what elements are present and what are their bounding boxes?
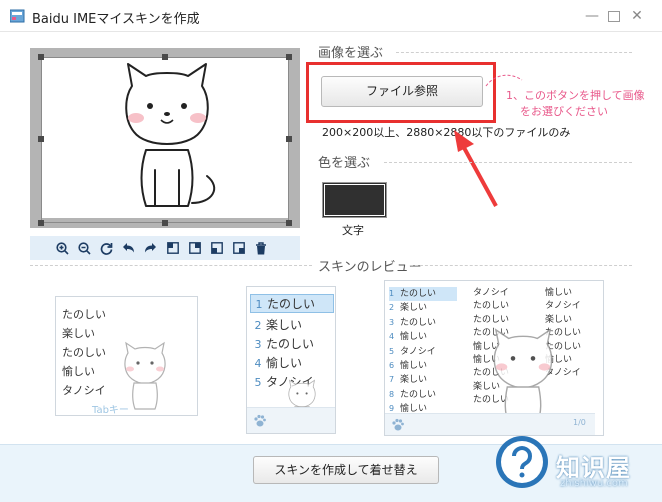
image-editor[interactable] xyxy=(30,48,300,228)
candidate-item: 愉しい xyxy=(545,288,573,298)
cat-skin-image xyxy=(493,328,553,425)
candidate-item: タノシイ xyxy=(545,301,581,312)
candidate-item: 2 楽しい xyxy=(389,303,428,314)
align-top-left-icon[interactable] xyxy=(164,240,181,257)
candidate-item: 1 たのしい xyxy=(389,287,457,302)
zoom-out-icon[interactable] xyxy=(76,240,93,257)
crop-handle-bottom[interactable] xyxy=(162,220,168,226)
candidate-item: たのしい xyxy=(62,308,106,321)
candidate-item: 3 たのしい xyxy=(254,337,315,351)
candidate-item: 8 たのしい xyxy=(389,389,437,400)
preview-multi-column: 1 たのしい 2 楽しい 3 たのしい 4 愉しい 5 タノシイ 6 愉しい 7 楽しい 8た… xyxy=(384,280,604,436)
annotation-line-1: 1、このボタンを押して画像 xyxy=(506,89,645,102)
crop-handle-bottom-left[interactable] xyxy=(38,220,44,226)
editor-toolbar xyxy=(30,236,300,260)
candidate-column: 1 たのしい 2 楽しい 3 たのしい 4 愉しい 5 タノシイ 6 愉しい 7 楽しい 8た… xyxy=(389,287,457,417)
divider xyxy=(384,162,632,163)
candidate-item: タノシイ xyxy=(62,384,106,397)
candidate-item: たのしい xyxy=(473,301,510,312)
crop-frame[interactable] xyxy=(41,57,289,223)
candidate-item: タノシイ xyxy=(473,288,509,298)
delete-icon[interactable] xyxy=(252,240,269,257)
paw-icon xyxy=(254,414,266,427)
section-title-review: スキンのレビュー xyxy=(318,260,422,275)
crop-handle-bottom-right[interactable] xyxy=(286,220,292,226)
align-bottom-right-icon[interactable] xyxy=(230,240,247,257)
rotate-icon[interactable] xyxy=(98,240,115,257)
section-title-image: 画像を選ぶ xyxy=(318,46,384,61)
candidate-item: 愉しい xyxy=(62,365,95,378)
undo-icon[interactable] xyxy=(120,240,137,257)
title-bar: Baidu IMEマイスキンを作成 — ✕ xyxy=(0,0,662,32)
zoom-in-icon[interactable] xyxy=(54,240,71,257)
divider xyxy=(410,265,632,266)
preview-horizontal: たのしい 楽しい たのしい 愉しい タノシイ Tabキー xyxy=(55,296,198,416)
candidate-item: 3 たのしい xyxy=(389,317,437,328)
text-color-label: 文字 xyxy=(342,224,364,237)
preview-footer xyxy=(247,407,335,433)
create-skin-button[interactable]: スキンを作成して着せ替え xyxy=(253,456,439,484)
align-top-right-icon[interactable] xyxy=(186,240,203,257)
maximize-button[interactable] xyxy=(608,11,620,22)
text-color-swatch[interactable] xyxy=(322,182,387,218)
close-button[interactable]: ✕ xyxy=(627,6,647,26)
crop-handle-top-right[interactable] xyxy=(286,54,292,60)
section-title-color: 色を選ぶ xyxy=(318,156,371,171)
crop-handle-top[interactable] xyxy=(162,54,168,60)
redo-icon[interactable] xyxy=(142,240,159,257)
align-bottom-left-icon[interactable] xyxy=(208,240,225,257)
candidate-item: 2 楽しい xyxy=(254,318,303,332)
preview-footer: 1/0 xyxy=(385,413,595,435)
candidate-item: 7 楽しい xyxy=(389,375,428,386)
candidate-item: 4 愉しい xyxy=(254,356,303,370)
crop-handle-top-left[interactable] xyxy=(38,54,44,60)
annotation-line-2: をお選びください xyxy=(520,105,608,118)
candidate-item: 6 愉しい xyxy=(389,361,428,372)
candidate-item: 1 たのしい xyxy=(250,294,334,313)
divider xyxy=(396,52,632,53)
paw-icon xyxy=(392,418,404,431)
window-title: Baidu IMEマイスキンを作成 xyxy=(32,12,200,27)
candidate-item: たのしい xyxy=(473,314,510,325)
candidate-item: 楽しい xyxy=(545,314,573,325)
candidate-item: 5タノシイ xyxy=(389,346,436,357)
candidate-item: たのしい xyxy=(62,346,106,359)
preview-vertical: 1たのしい 2楽しい 3たのしい 4愉しい 5タノシイ xyxy=(246,286,336,434)
watermark-url: zhishiwu.com xyxy=(560,478,628,489)
watermark-logo xyxy=(496,436,548,488)
crop-handle-left[interactable] xyxy=(38,136,44,142)
tab-hint: Tabキー xyxy=(92,405,129,416)
candidate-item: 楽しい xyxy=(62,327,95,340)
app-icon xyxy=(10,9,25,23)
page-indicator: 1/0 xyxy=(573,418,586,427)
candidate-item: 4 愉しい xyxy=(389,332,428,343)
minimize-button[interactable]: — xyxy=(582,6,602,26)
candidate-list: たのしい 楽しい たのしい 愉しい タノシイ xyxy=(62,305,106,400)
crop-handle-right[interactable] xyxy=(286,136,292,142)
divider xyxy=(30,265,312,266)
